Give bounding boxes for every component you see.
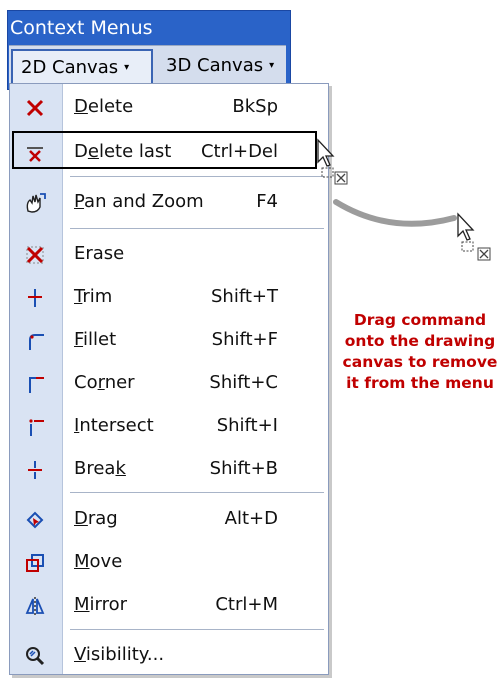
delete-icon — [23, 96, 47, 120]
menu-item-shortcut: Shift+T — [211, 286, 278, 307]
menu-item-label: Visibility... — [74, 644, 165, 665]
corner-icon — [23, 372, 47, 396]
mirror-icon — [23, 594, 47, 618]
menu-item-erase[interactable]: Erase — [10, 236, 328, 272]
drag-icon — [23, 508, 47, 532]
menu-item-delete[interactable]: Delete BkSp — [10, 89, 328, 125]
drop-cursor-icon — [457, 212, 491, 261]
menu-separator — [70, 492, 324, 493]
menu-item-intersect[interactable]: Intersect Shift+I — [10, 408, 328, 444]
menu-item-trim[interactable]: Trim Shift+T — [10, 279, 328, 315]
menu-item-pan-and-zoom[interactable]: Pan and Zoom F4 — [10, 184, 328, 220]
menu-item-label: Pan and Zoom — [74, 191, 204, 212]
move-icon — [23, 551, 47, 575]
tab-2d-canvas-label: 2D Canvas — [21, 57, 119, 78]
instruction-annotation: Drag command onto the drawing canvas to … — [342, 311, 498, 392]
menu-item-shortcut: Ctrl+M — [215, 594, 278, 615]
tab-3d-canvas-label: 3D Canvas — [166, 55, 264, 76]
tab-bar: 2D Canvas ▾ 3D Canvas ▾ — [9, 45, 286, 87]
menu-item-shortcut: Shift+I — [216, 415, 278, 436]
menu-item-label: Move — [74, 551, 123, 572]
menu-item-drag[interactable]: Drag Alt+D — [10, 501, 328, 537]
tab-3d-canvas[interactable]: 3D Canvas ▾ — [158, 49, 283, 83]
erase-icon — [23, 243, 47, 267]
menu-item-shortcut: BkSp — [232, 96, 278, 117]
menu-item-shortcut: Shift+F — [211, 329, 278, 350]
menu-item-shortcut: F4 — [256, 191, 278, 212]
tab-2d-canvas[interactable]: 2D Canvas ▾ — [11, 49, 153, 87]
selected-item-outline — [12, 131, 317, 169]
menu-item-corner[interactable]: Corner Shift+C — [10, 365, 328, 401]
menu-item-label: Erase — [74, 243, 125, 264]
menu-item-label: Intersect — [74, 415, 154, 436]
menu-item-mirror[interactable]: Mirror Ctrl+M — [10, 587, 328, 623]
menu-item-visibility[interactable]: Visibility... — [10, 637, 328, 673]
pan-zoom-icon — [23, 191, 47, 215]
intersect-icon — [23, 415, 47, 439]
menu-item-fillet[interactable]: Fillet Shift+F — [10, 322, 328, 358]
menu-item-shortcut: Shift+B — [209, 458, 278, 479]
panel-title: Context Menus — [10, 17, 153, 39]
menu-item-label: Drag — [74, 508, 118, 529]
menu-item-shortcut: Alt+D — [224, 508, 278, 529]
menu-item-label: Break — [74, 458, 126, 479]
context-menu: Delete BkSp Delete last Ctrl+Del Pan and… — [9, 83, 329, 675]
menu-item-label: Corner — [74, 372, 135, 393]
menu-separator — [70, 176, 324, 177]
menu-item-label: Fillet — [74, 329, 117, 350]
menu-item-shortcut: Shift+C — [209, 372, 278, 393]
break-icon — [23, 458, 47, 482]
menu-separator — [70, 629, 324, 630]
menu-item-move[interactable]: Move — [10, 544, 328, 580]
chevron-down-icon: ▾ — [269, 60, 275, 71]
menu-item-break[interactable]: Break Shift+B — [10, 451, 328, 487]
menu-item-label: Delete — [74, 96, 134, 117]
menu-item-label: Trim — [74, 286, 113, 307]
menu-separator — [70, 228, 324, 229]
fillet-icon — [23, 329, 47, 353]
chevron-down-icon: ▾ — [124, 62, 130, 73]
drag-path-arrow — [333, 199, 457, 227]
visibility-icon — [23, 644, 47, 668]
trim-icon — [23, 286, 47, 310]
menu-item-label: Mirror — [74, 594, 128, 615]
